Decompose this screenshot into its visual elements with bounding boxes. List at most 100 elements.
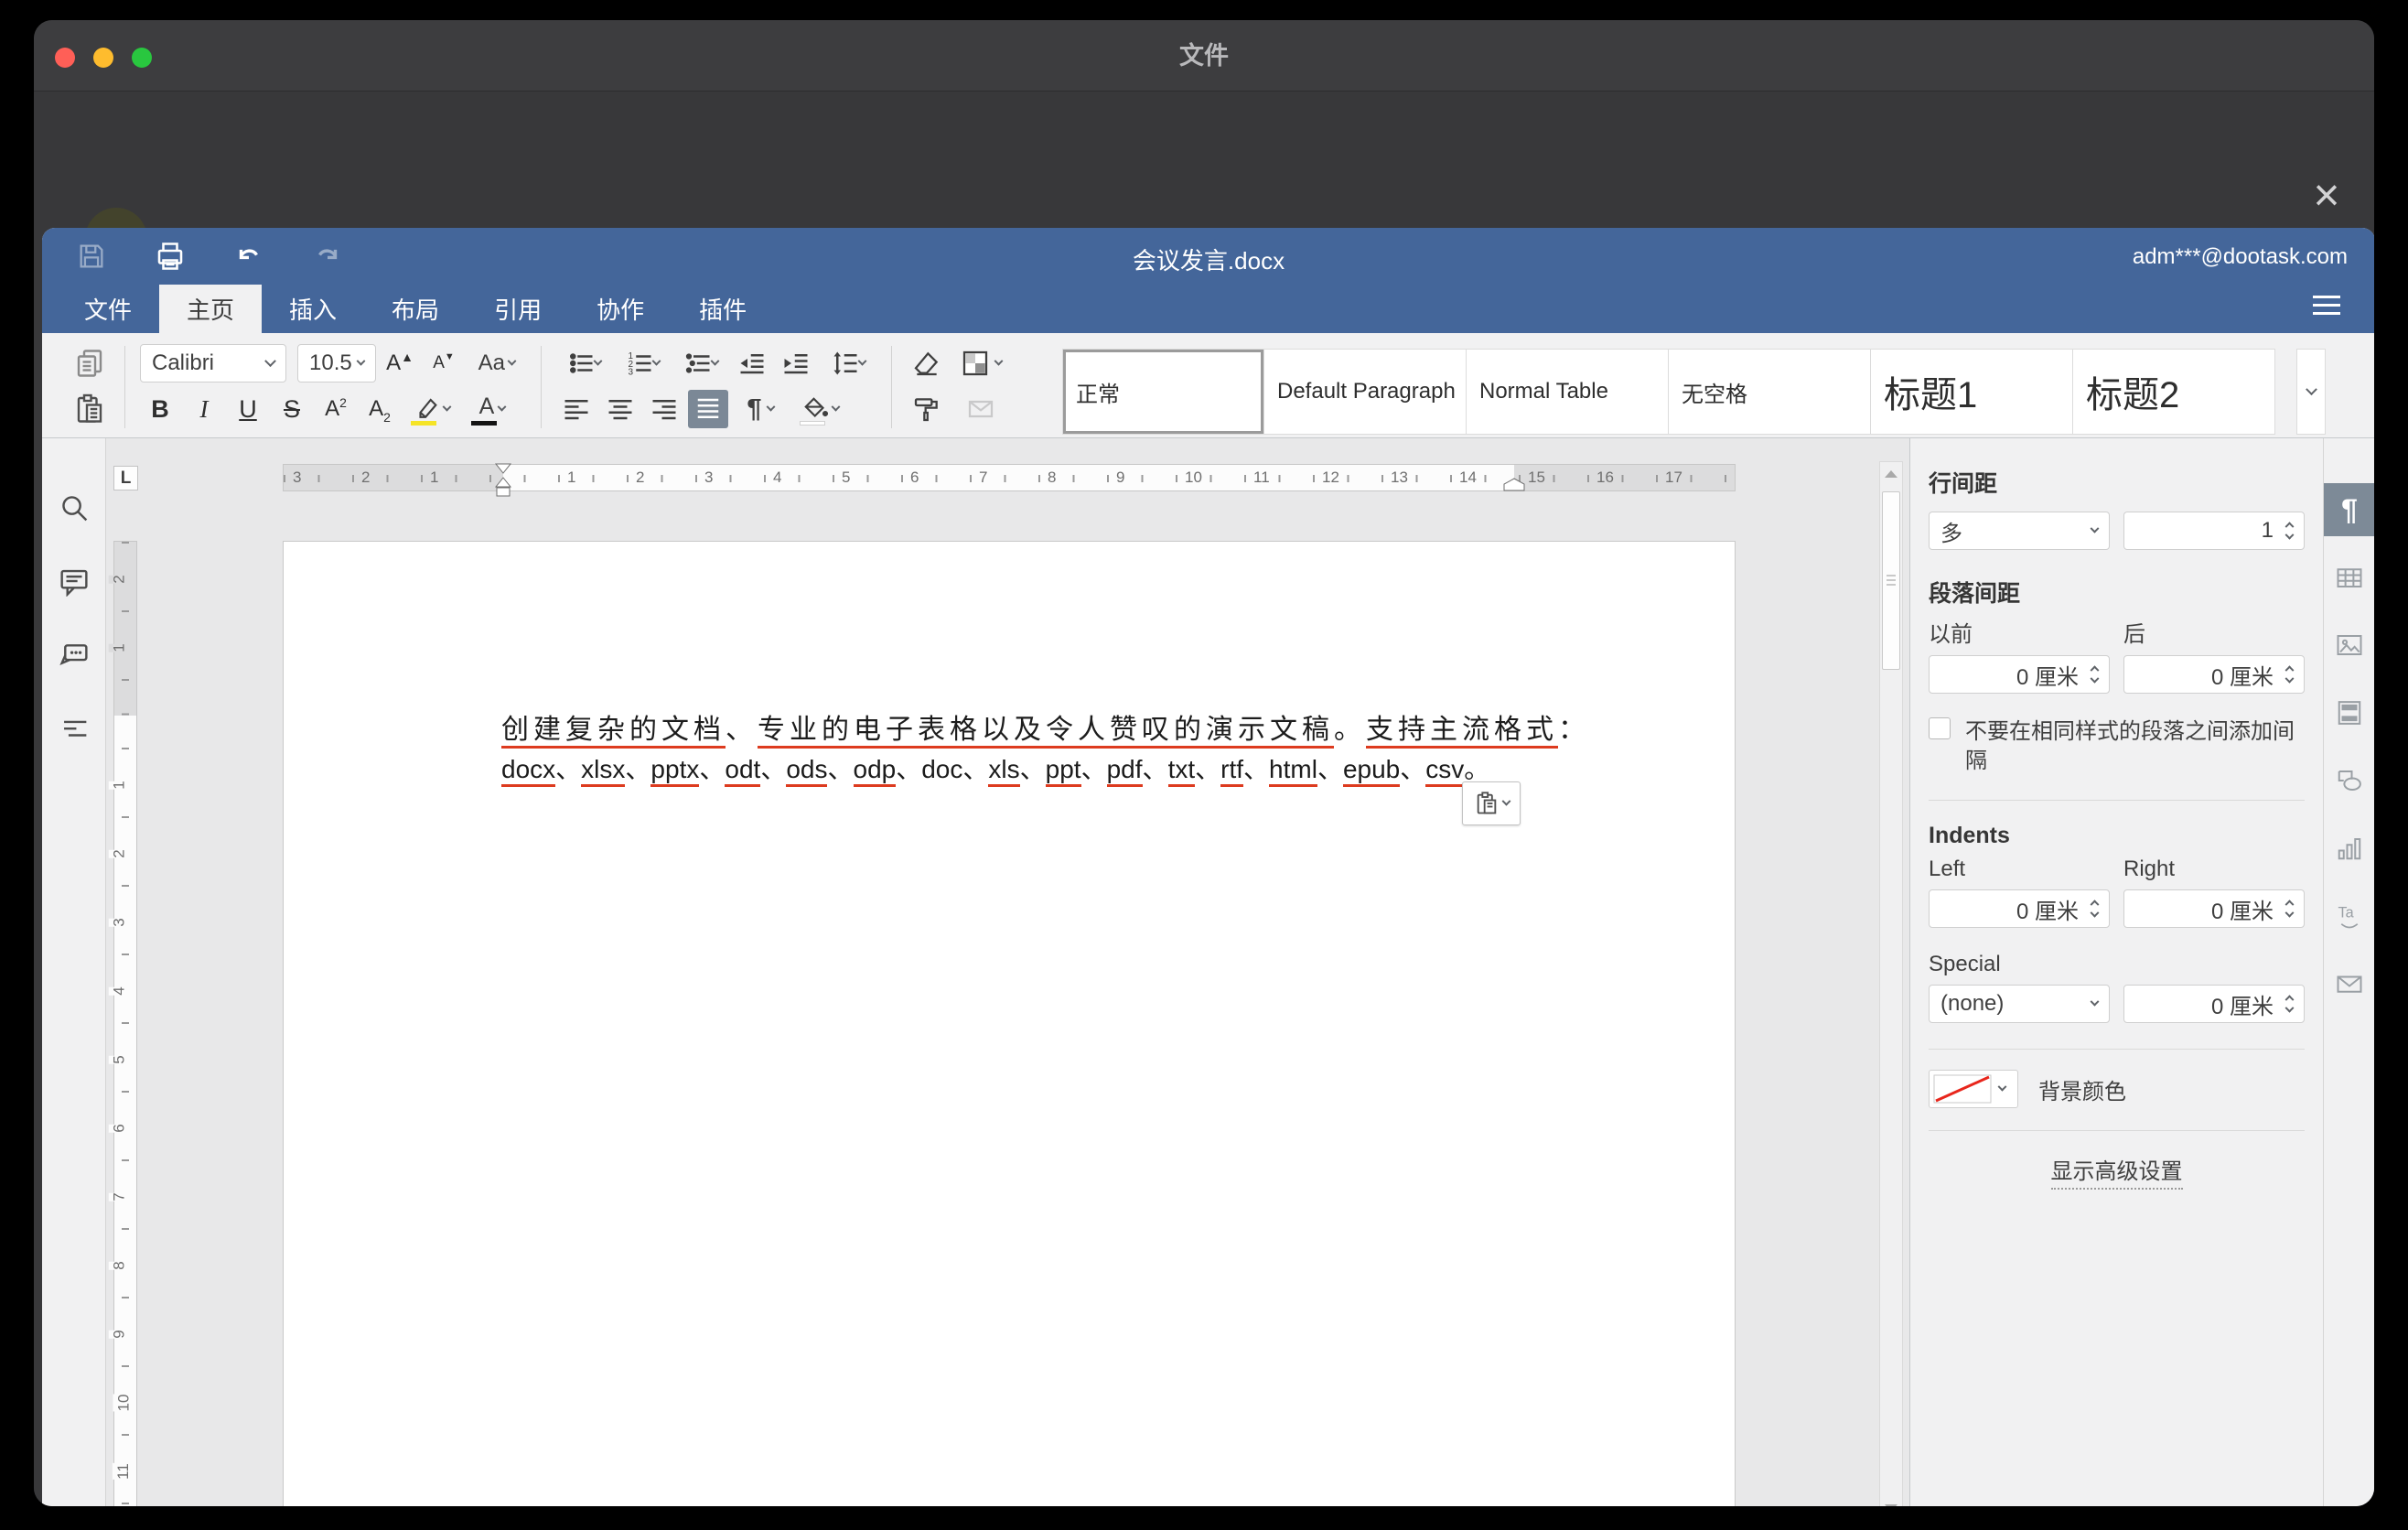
textart-settings-icon[interactable]: Ta <box>2324 889 2375 943</box>
style-gallery-expand-icon[interactable] <box>2296 349 2326 435</box>
align-right-icon[interactable] <box>644 390 684 428</box>
align-left-icon[interactable] <box>556 390 597 428</box>
style-cell[interactable]: 无空格 <box>1669 349 1871 435</box>
highlight-color-icon[interactable] <box>403 390 460 428</box>
strikethrough-button[interactable]: S <box>272 390 312 428</box>
header-footer-settings-icon[interactable] <box>2324 686 2375 739</box>
workspace: L 3211234567891011121314151617 <box>42 438 2374 1506</box>
ruler-number: 1 <box>109 643 131 652</box>
vertical-ruler[interactable] <box>113 541 137 1506</box>
navigation-icon[interactable] <box>58 711 91 744</box>
indent-right-stepper[interactable]: 0 厘米 <box>2123 889 2305 928</box>
vertical-scrollbar[interactable] <box>1879 461 1903 1506</box>
user-email: adm***@dootask.com <box>2133 244 2348 270</box>
font-size-select[interactable]: 10.5 <box>297 344 376 382</box>
comments-icon[interactable] <box>58 565 91 598</box>
tab-1[interactable]: 主页 <box>159 285 262 333</box>
align-center-icon[interactable] <box>600 390 640 428</box>
indent-left-stepper[interactable]: 0 厘米 <box>1929 889 2110 928</box>
background-color-swatch[interactable] <box>1929 1070 2018 1108</box>
ruler-number: 15 <box>1524 469 1549 487</box>
subscript-button[interactable]: A2 <box>360 390 400 428</box>
bold-button[interactable]: B <box>140 390 180 428</box>
ruler-number: 3 <box>109 918 131 926</box>
shading-icon[interactable] <box>792 390 849 428</box>
close-icon[interactable]: × <box>2303 173 2350 221</box>
no-space-between-checkbox[interactable] <box>1929 717 1951 739</box>
line-spacing-icon[interactable] <box>820 344 876 382</box>
multilevel-list-icon[interactable] <box>673 344 728 382</box>
justify-icon[interactable] <box>688 390 728 428</box>
paragraph-settings-icon[interactable]: ¶ <box>2324 483 2375 536</box>
font-color-icon[interactable]: A <box>464 390 521 428</box>
ruler-number: 11 <box>113 1463 134 1480</box>
underline-button[interactable]: U <box>228 390 268 428</box>
clear-style-icon[interactable] <box>907 344 947 382</box>
nonprinting-chars-icon[interactable]: ¶ <box>732 390 789 428</box>
tab-stop-selector[interactable]: L <box>113 466 138 490</box>
ruler-number: 14 <box>1456 469 1480 487</box>
style-cell[interactable]: Default Paragraph <box>1264 349 1467 435</box>
background-color-label: 背景颜色 <box>2038 1073 2126 1105</box>
document-canvas[interactable]: L 3211234567891011121314151617 <box>106 438 1909 1506</box>
line-spacing-amount-stepper[interactable]: 1 <box>2123 512 2305 550</box>
right-indent-marker[interactable] <box>1503 478 1525 491</box>
chart-settings-icon[interactable] <box>2324 822 2375 875</box>
indent-right-label: Right <box>2123 857 2305 882</box>
mail-merge-settings-icon[interactable] <box>2324 957 2375 1010</box>
line-spacing-select[interactable]: 多 <box>1929 512 2110 550</box>
paste-icon[interactable] <box>70 390 110 428</box>
change-case-icon[interactable]: Aa <box>468 344 526 382</box>
copy-style-icon[interactable] <box>907 390 947 428</box>
show-advanced-settings-link[interactable]: 显示高级设置 <box>2051 1159 2183 1190</box>
scroll-down-icon[interactable] <box>1880 1496 1902 1506</box>
spacing-before-stepper[interactable]: 0 厘米 <box>1929 655 2110 694</box>
spellcheck-word: 创建复杂的文档 <box>501 715 726 749</box>
table-settings-icon[interactable] <box>2324 551 2375 604</box>
style-cell[interactable]: 标题2 <box>2073 349 2275 435</box>
bullets-icon[interactable] <box>556 344 611 382</box>
superscript-button[interactable]: A2 <box>316 390 356 428</box>
numbering-icon[interactable]: 1 2 3 <box>615 344 670 382</box>
paste-options-button[interactable] <box>1462 781 1521 825</box>
tab-5[interactable]: 协作 <box>569 285 672 333</box>
scroll-up-icon[interactable] <box>1880 462 1902 486</box>
right-sidebar: ¶ <box>2323 438 2374 1506</box>
indent-marker[interactable] <box>494 463 512 498</box>
search-icon[interactable] <box>58 491 91 524</box>
special-amount-stepper[interactable]: 0 厘米 <box>2123 985 2305 1023</box>
increase-font-icon[interactable]: A▲ <box>380 344 420 382</box>
ruler-number: 11 <box>1250 469 1274 487</box>
decrease-font-icon[interactable]: A▼ <box>424 344 464 382</box>
document-text[interactable]: 创建复杂的文档、专业的电子表格以及令人赞叹的演示文稿。支持主流格式： docx、… <box>501 712 1535 788</box>
style-cell[interactable]: 正常 <box>1062 349 1264 435</box>
text-run: 、 <box>555 755 581 783</box>
mail-merge-icon[interactable] <box>951 390 1011 428</box>
text-run: 。 <box>1464 755 1489 783</box>
image-settings-icon[interactable] <box>2324 619 2375 672</box>
italic-button[interactable]: I <box>184 390 224 428</box>
menu-icon[interactable] <box>2313 290 2340 320</box>
left-sidebar <box>42 438 106 1506</box>
chat-icon[interactable] <box>58 638 91 671</box>
tab-2[interactable]: 插入 <box>262 285 364 333</box>
font-name-select[interactable]: Calibri <box>140 344 286 382</box>
increase-indent-icon[interactable] <box>776 344 816 382</box>
ruler-number: 9 <box>1113 469 1128 487</box>
copy-icon[interactable] <box>70 344 110 382</box>
tab-0[interactable]: 文件 <box>57 285 159 333</box>
special-select[interactable]: (none) <box>1929 985 2110 1023</box>
page-color-icon[interactable] <box>951 344 1011 382</box>
spacing-after-stepper[interactable]: 0 厘米 <box>2123 655 2305 694</box>
tab-6[interactable]: 插件 <box>672 285 774 333</box>
spellcheck-word: ods <box>786 755 827 787</box>
shape-settings-icon[interactable] <box>2324 754 2375 807</box>
font-group: Calibri 10.5 A▲ A▼ Aa B <box>140 344 526 437</box>
scrollbar-thumb[interactable] <box>1882 491 1900 670</box>
document-page[interactable]: 创建复杂的文档、专业的电子表格以及令人赞叹的演示文稿。支持主流格式： docx、… <box>283 541 1736 1506</box>
tab-3[interactable]: 布局 <box>364 285 467 333</box>
style-cell[interactable]: 标题1 <box>1871 349 2073 435</box>
tab-4[interactable]: 引用 <box>467 285 569 333</box>
decrease-indent-icon[interactable] <box>732 344 772 382</box>
style-cell[interactable]: Normal Table <box>1467 349 1669 435</box>
